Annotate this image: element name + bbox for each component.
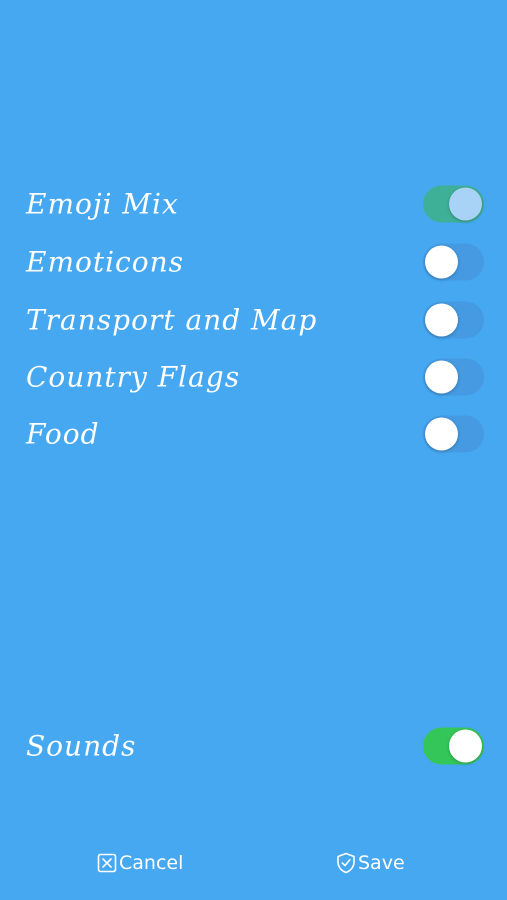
cancel-label: Cancel: [119, 852, 184, 874]
toggle-knob: [449, 187, 482, 221]
category-label: Transport and Map: [26, 303, 318, 337]
category-row-food: Food: [0, 409, 507, 459]
category-row-country-flags: Country Flags: [0, 352, 507, 402]
country-flags-toggle[interactable]: [423, 358, 484, 396]
toggle-knob: [425, 303, 458, 337]
save-button[interactable]: Save: [336, 848, 405, 878]
shield-check-icon: [337, 852, 355, 874]
sounds-label: Sounds: [26, 729, 137, 763]
food-toggle[interactable]: [423, 415, 484, 453]
toggle-knob: [425, 417, 458, 451]
cancel-button[interactable]: Cancel: [97, 848, 183, 878]
category-label: Food: [26, 417, 100, 451]
toggle-knob: [449, 729, 482, 763]
sounds-toggle[interactable]: [423, 727, 484, 765]
category-row-emoticons: Emoticons: [0, 237, 507, 287]
sounds-row: Sounds: [0, 721, 507, 771]
save-label: Save: [358, 852, 405, 874]
emoticons-toggle[interactable]: [423, 243, 484, 281]
close-box-icon: [97, 853, 117, 873]
emoji-mix-toggle[interactable]: [423, 185, 484, 223]
toggle-knob: [425, 245, 458, 279]
category-row-emoji-mix: Emoji Mix: [0, 179, 507, 229]
toggle-knob: [425, 360, 458, 394]
category-row-transport-and-map: Transport and Map: [0, 295, 507, 345]
category-label: Emoticons: [26, 245, 184, 279]
transport-and-map-toggle[interactable]: [423, 301, 484, 339]
category-label: Emoji Mix: [26, 187, 179, 221]
category-label: Country Flags: [26, 360, 241, 394]
